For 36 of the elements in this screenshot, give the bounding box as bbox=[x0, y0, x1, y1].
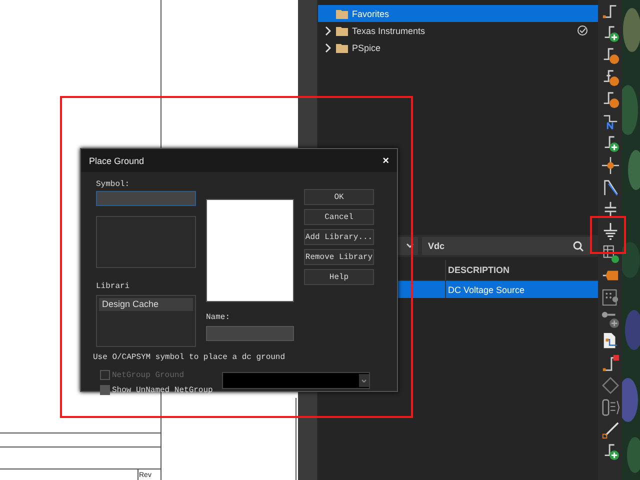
dialog-button[interactable]: OK bbox=[304, 189, 374, 205]
line-icon[interactable] bbox=[600, 420, 620, 439]
highlight-frame bbox=[590, 216, 626, 254]
grid-icon[interactable] bbox=[600, 288, 620, 307]
pin-plus-icon[interactable] bbox=[600, 310, 620, 329]
folder-icon bbox=[336, 42, 348, 52]
junction-icon[interactable] bbox=[600, 156, 620, 175]
symbol-field[interactable] bbox=[96, 191, 196, 206]
column-header[interactable]: DESCRIPTION bbox=[446, 260, 510, 280]
check-circle-icon bbox=[577, 25, 588, 36]
chevron-down-icon bbox=[406, 243, 414, 249]
wire-delete-icon[interactable] bbox=[600, 354, 620, 373]
search-icon[interactable] bbox=[573, 240, 584, 252]
tree-item[interactable]: Favorites bbox=[318, 5, 598, 22]
symbol-label: Symbol: bbox=[96, 179, 131, 191]
folder-icon bbox=[336, 8, 348, 18]
chevron-down-icon bbox=[359, 374, 369, 387]
dialog-button[interactable]: Add Library... bbox=[304, 229, 374, 245]
folder-icon bbox=[336, 26, 348, 36]
library-item[interactable]: Design Cache bbox=[99, 298, 193, 311]
name-label: Name: bbox=[206, 312, 232, 324]
dialog-title: Place Ground bbox=[89, 156, 144, 166]
tree-item[interactable]: Texas Instruments bbox=[318, 22, 598, 39]
libraries-label: Librari bbox=[96, 281, 131, 293]
bracket-icon[interactable] bbox=[600, 398, 620, 417]
name-field[interactable] bbox=[206, 326, 294, 341]
tree-item[interactable]: PSpice bbox=[318, 39, 598, 56]
hint-text: Use O/CAPSYM symbol to place a dc ground bbox=[92, 352, 286, 362]
dialog-button[interactable]: Remove Library bbox=[304, 249, 374, 265]
dialog-button[interactable]: Cancel bbox=[304, 209, 374, 225]
checkbox[interactable] bbox=[100, 385, 110, 395]
dialog-button[interactable]: Help bbox=[304, 269, 374, 285]
close-button[interactable]: × bbox=[382, 154, 389, 166]
part-icon[interactable] bbox=[600, 244, 620, 263]
checkbox-option[interactable]: Show UnNamed NetGroup bbox=[100, 384, 218, 396]
search-field[interactable]: Vdc bbox=[422, 237, 590, 255]
